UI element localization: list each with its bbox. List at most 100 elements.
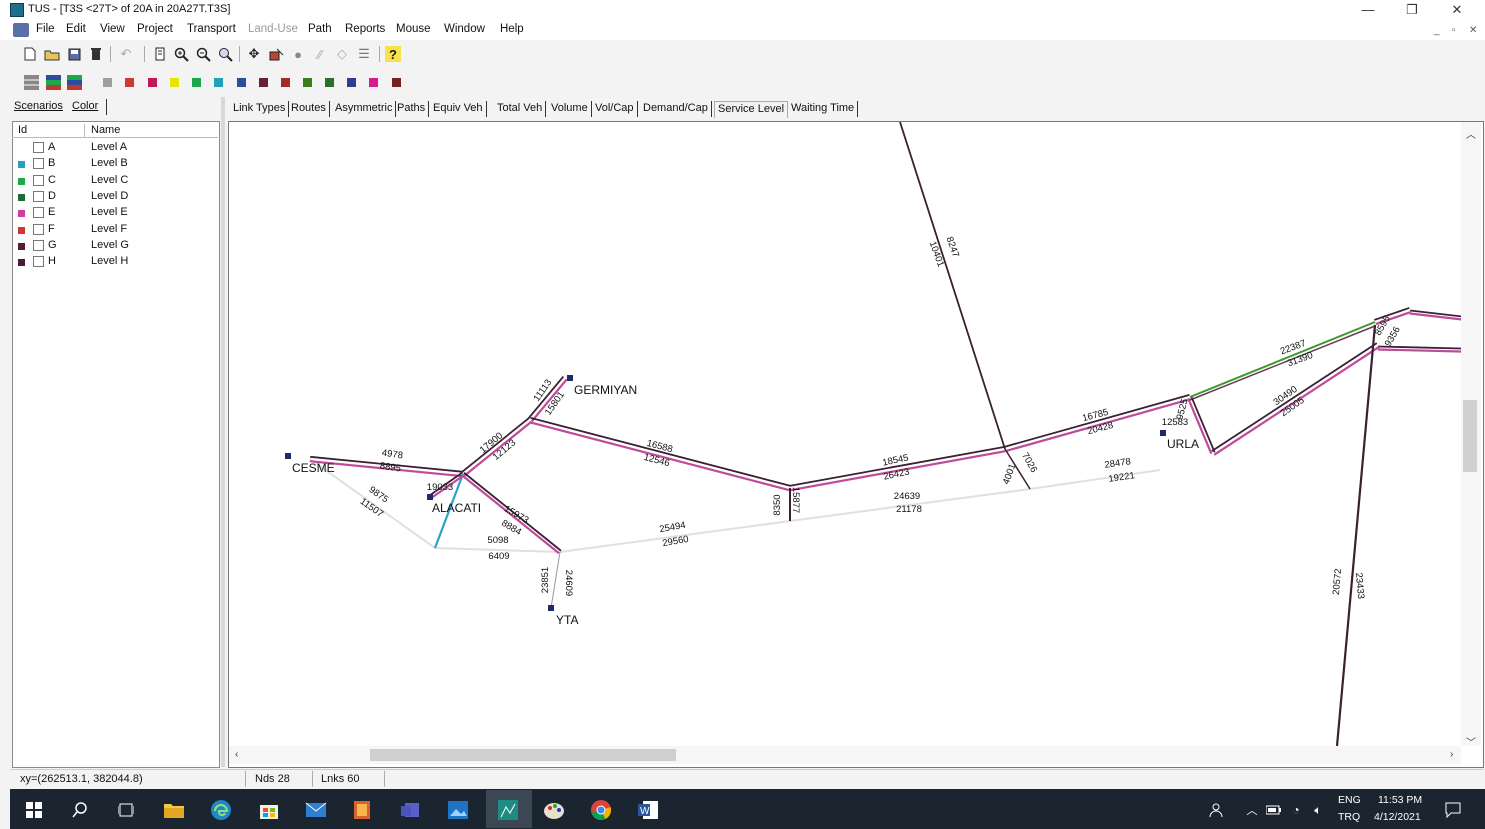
map-tab-volume[interactable]: Volume bbox=[548, 101, 592, 117]
task-view-icon[interactable] bbox=[114, 798, 138, 822]
palette-swatch[interactable] bbox=[125, 78, 134, 87]
network-link[interactable] bbox=[550, 551, 561, 609]
legend-row[interactable]: E Level E bbox=[14, 206, 214, 222]
edge-browser-icon[interactable] bbox=[209, 798, 233, 822]
scroll-up-icon[interactable]: ︿ bbox=[1466, 126, 1476, 141]
legend-row[interactable]: F Level F bbox=[14, 223, 214, 239]
mdi-restore-button[interactable]: ▫ bbox=[1452, 25, 1456, 36]
legend-checkbox[interactable] bbox=[33, 239, 44, 251]
clock-time[interactable]: 11:53 PM bbox=[1378, 794, 1422, 806]
menu-reports[interactable]: Reports bbox=[345, 23, 385, 35]
legend-row[interactable]: D Level D bbox=[14, 190, 214, 206]
legend-checkbox[interactable] bbox=[33, 223, 44, 235]
palette-swatch[interactable] bbox=[325, 78, 334, 87]
tus-app-icon[interactable] bbox=[496, 798, 520, 822]
menu-land-use[interactable]: Land-Use bbox=[248, 23, 298, 35]
select-node-icon[interactable] bbox=[268, 46, 284, 62]
zone-node-germiyan[interactable] bbox=[567, 375, 573, 381]
palette-swatch[interactable] bbox=[237, 78, 246, 87]
legend-row[interactable]: H Level H bbox=[14, 255, 214, 271]
undo-icon[interactable]: ↶ bbox=[118, 46, 134, 62]
teams-icon[interactable] bbox=[398, 798, 422, 822]
grid-icon[interactable] bbox=[24, 75, 39, 90]
notification-icon[interactable] bbox=[1441, 798, 1465, 822]
media-app-icon[interactable] bbox=[350, 798, 374, 822]
page-icon[interactable] bbox=[152, 46, 168, 62]
store-icon[interactable] bbox=[257, 798, 281, 822]
zoom-window-icon[interactable] bbox=[217, 46, 233, 62]
mdi-minimize-button[interactable]: _ bbox=[1434, 25, 1440, 36]
link-icon[interactable]: ⁄⁄ bbox=[312, 46, 328, 62]
network-link[interactable] bbox=[1189, 321, 1376, 398]
map-tab-vol-cap[interactable]: Vol/Cap bbox=[592, 101, 638, 117]
volume-icon[interactable]: 🔈︎ bbox=[1306, 798, 1330, 822]
scroll-right-icon[interactable]: › bbox=[1450, 749, 1453, 760]
chevron-up-icon[interactable]: ︿ bbox=[1240, 798, 1264, 822]
network-link[interactable] bbox=[1029, 469, 1161, 490]
column-header-name[interactable]: Name bbox=[91, 124, 120, 136]
map-tab-demand-cap[interactable]: Demand/Cap bbox=[640, 101, 712, 117]
windows-start-icon[interactable] bbox=[22, 798, 46, 822]
legend-checkbox[interactable] bbox=[33, 256, 44, 268]
palette-swatch[interactable] bbox=[259, 78, 268, 87]
align-icon[interactable]: ☰ bbox=[356, 46, 372, 62]
menu-mouse[interactable]: Mouse bbox=[396, 23, 431, 35]
document-icon[interactable] bbox=[13, 23, 29, 37]
delete-icon[interactable] bbox=[88, 46, 104, 62]
save-icon[interactable] bbox=[66, 46, 82, 62]
scroll-left-icon[interactable]: ‹ bbox=[235, 749, 238, 760]
node-icon[interactable]: ● bbox=[290, 46, 306, 62]
people-icon[interactable] bbox=[1204, 798, 1228, 822]
word-icon[interactable]: W bbox=[636, 798, 660, 822]
map-tab-equiv-veh[interactable]: Equiv Veh bbox=[430, 101, 487, 117]
battery-icon[interactable] bbox=[1262, 798, 1286, 822]
map-tab-link-types[interactable]: Link Types bbox=[230, 101, 290, 117]
open-folder-icon[interactable] bbox=[44, 46, 60, 62]
scroll-down-icon[interactable]: ﹀ bbox=[1466, 734, 1476, 749]
wifi-icon[interactable]: ◔ bbox=[1284, 798, 1308, 822]
legend-row[interactable]: B Level B bbox=[14, 157, 214, 173]
color-bands-icon[interactable] bbox=[46, 75, 61, 90]
new-file-icon[interactable] bbox=[22, 46, 38, 62]
vertical-scroll-thumb[interactable] bbox=[1463, 400, 1477, 472]
clock-date[interactable]: 4/12/2021 bbox=[1374, 811, 1421, 823]
network-link[interactable] bbox=[1409, 312, 1461, 321]
panel-splitter[interactable] bbox=[221, 97, 225, 767]
tab-color[interactable]: Color bbox=[72, 100, 98, 112]
legend-checkbox[interactable] bbox=[33, 142, 44, 153]
map-tab-asymmetric[interactable]: Asymmetric bbox=[332, 101, 397, 117]
zone-node-cesme[interactable] bbox=[285, 453, 291, 459]
legend-checkbox[interactable] bbox=[33, 158, 44, 170]
palette-swatch[interactable] bbox=[103, 78, 112, 87]
menu-help[interactable]: Help bbox=[500, 23, 524, 35]
legend-row[interactable]: G Level G bbox=[14, 239, 214, 255]
map-tab-service-level[interactable]: Service Level bbox=[714, 101, 789, 118]
palette-swatch[interactable] bbox=[392, 78, 401, 87]
chrome-icon[interactable] bbox=[589, 798, 613, 822]
close-button[interactable]: ✕ bbox=[1435, 1, 1479, 19]
zoom-in-icon[interactable] bbox=[173, 46, 189, 62]
menu-file[interactable]: File bbox=[36, 23, 55, 35]
palette-swatch[interactable] bbox=[170, 78, 179, 87]
palette-swatch[interactable] bbox=[347, 78, 356, 87]
paint-icon[interactable] bbox=[542, 798, 566, 822]
map-tab-waiting-time[interactable]: Waiting Time bbox=[788, 101, 859, 117]
menu-transport[interactable]: Transport bbox=[187, 23, 236, 35]
color-scale-icon[interactable] bbox=[67, 75, 82, 90]
move-node-icon[interactable]: ◇ bbox=[334, 46, 350, 62]
legend-checkbox[interactable] bbox=[33, 207, 44, 219]
legend-checkbox[interactable] bbox=[33, 174, 44, 186]
horizontal-scroll-thumb[interactable] bbox=[370, 749, 676, 761]
menu-edit[interactable]: Edit bbox=[66, 23, 86, 35]
legend-row[interactable]: C Level C bbox=[14, 174, 214, 190]
palette-swatch[interactable] bbox=[303, 78, 312, 87]
minimize-button[interactable]: — bbox=[1346, 1, 1390, 19]
menu-project[interactable]: Project bbox=[137, 23, 173, 35]
help-icon[interactable]: ? bbox=[385, 46, 401, 62]
legend-row[interactable]: A Level A bbox=[14, 141, 214, 157]
menu-window[interactable]: Window bbox=[444, 23, 485, 35]
mdi-close-button[interactable]: ✕ bbox=[1469, 25, 1477, 36]
maximize-button[interactable]: ❐ bbox=[1390, 1, 1434, 19]
menu-view[interactable]: View bbox=[100, 23, 125, 35]
palette-swatch[interactable] bbox=[192, 78, 201, 87]
